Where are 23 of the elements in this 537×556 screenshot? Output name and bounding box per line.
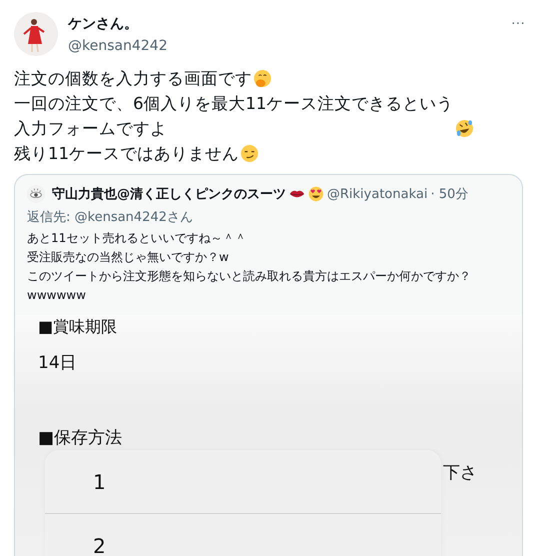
smirking-face-icon bbox=[240, 144, 259, 163]
section-heading: ■賞味期限 bbox=[38, 317, 118, 337]
tweet-text: 一回の注文で、6個入りを最大11ケース注文できるという入力フォームですよ bbox=[14, 93, 454, 140]
quote-text: このツイートから注文形態を知らないと読み取れる貴方はエスパーか何かですか？wwwwww bbox=[27, 268, 472, 304]
heart-eyes-face-icon bbox=[308, 186, 324, 202]
picker-option[interactable]: 2 bbox=[45, 513, 441, 556]
quote-text: あと11セット売れるといいですね～＾＾ bbox=[27, 230, 248, 247]
more-options-button[interactable]: ··· bbox=[507, 12, 529, 32]
timestamp[interactable]: · 50分 bbox=[430, 185, 468, 203]
tweet-text: 注文の個数を入力する画面です bbox=[14, 68, 252, 90]
user-handle[interactable]: @Rikiyatonakai bbox=[327, 186, 428, 202]
quote-text: 受注販売なの当然じゃ無いですか？w bbox=[27, 249, 230, 266]
display-name[interactable]: ケンさん。 bbox=[68, 14, 497, 34]
tweet-text: 残り11ケースではありません bbox=[14, 143, 239, 165]
reply-to-text: 返信先: @kensan4242さん bbox=[27, 209, 194, 226]
display-name[interactable]: 守山力貴也@清く正しくピンクのスーツ bbox=[52, 185, 286, 203]
face-with-hand-icon bbox=[253, 69, 272, 88]
user-handle[interactable]: @kensan4242 bbox=[68, 36, 497, 56]
laughing-face-icon bbox=[455, 119, 474, 138]
value-text: 14日 bbox=[38, 352, 78, 374]
picker-option[interactable]: 1 bbox=[45, 450, 441, 513]
section-heading: ■保存方法 bbox=[38, 427, 122, 449]
description-text: 下さ bbox=[443, 462, 477, 484]
